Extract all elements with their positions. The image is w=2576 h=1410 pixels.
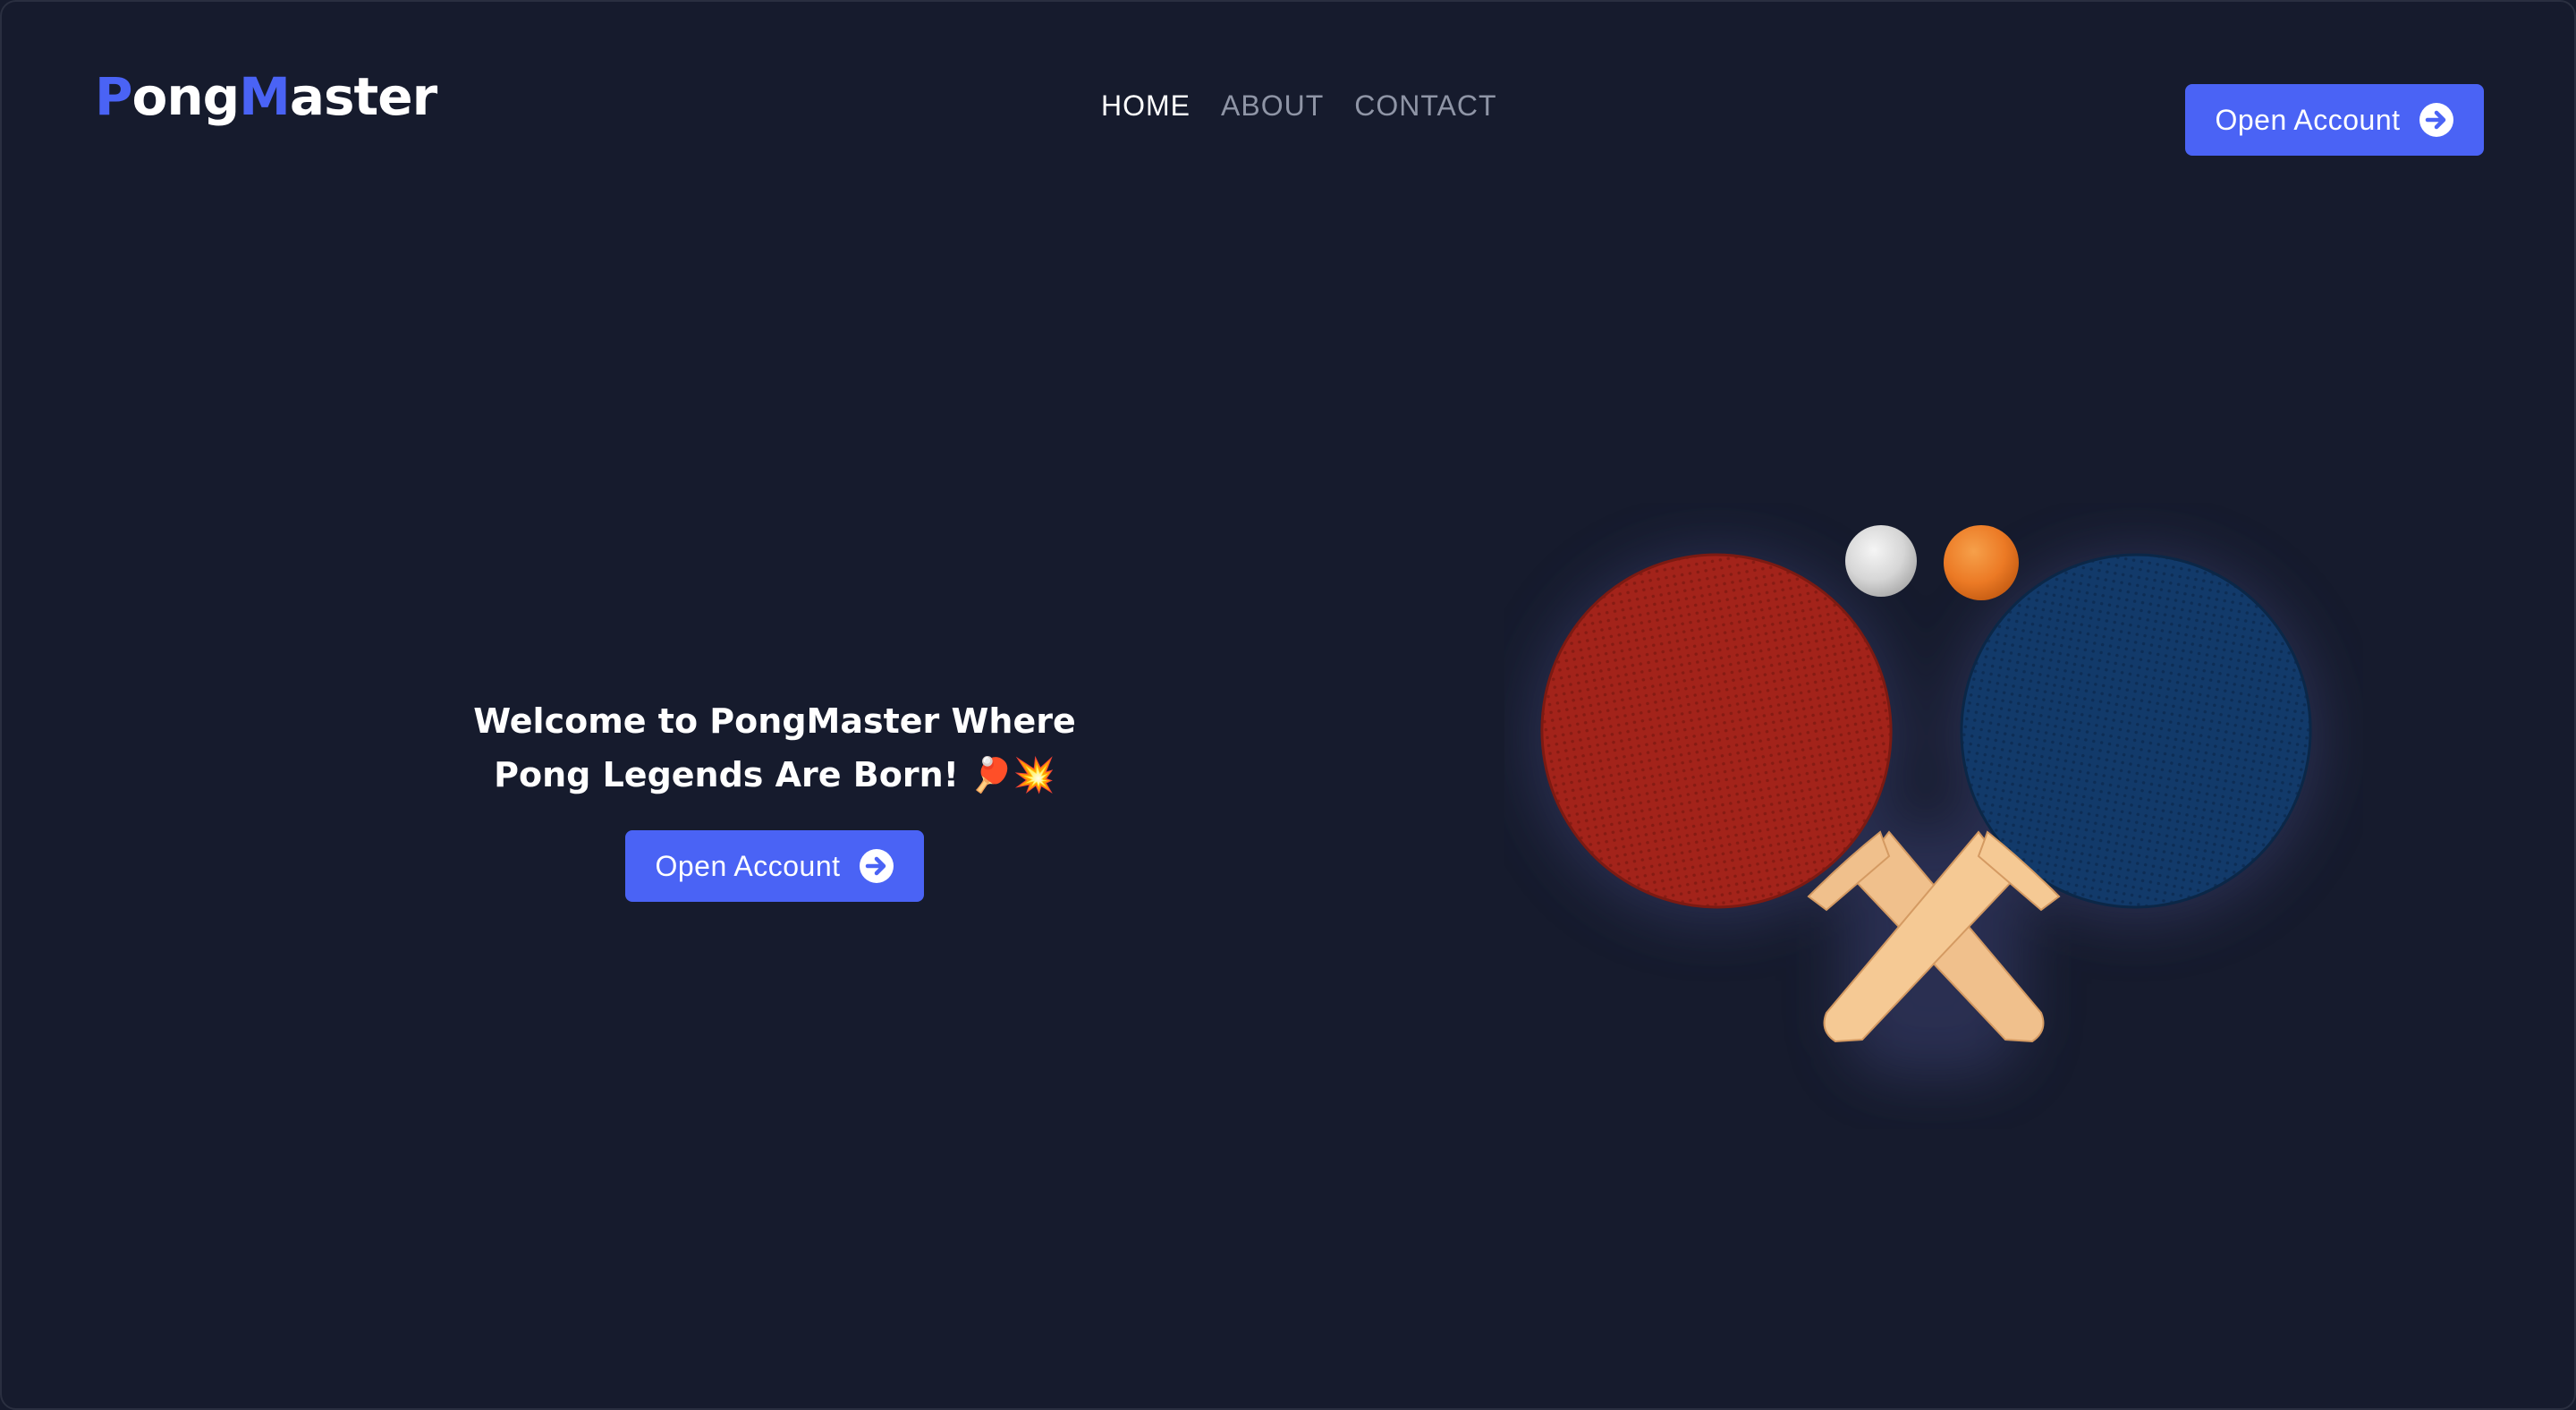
header-open-account-label: Open Account — [2215, 103, 2401, 136]
arrow-right-circle-icon — [2419, 103, 2453, 137]
logo-text-aster: aster — [289, 66, 437, 127]
header-open-account-button[interactable]: Open Account — [2185, 84, 2484, 156]
ping-pong-paddles-illustration — [1533, 525, 2319, 1075]
main-nav: HOME ABOUT CONTACT — [1101, 88, 1497, 123]
hero-open-account-button[interactable]: Open Account — [625, 830, 924, 902]
white-ball — [1845, 525, 1917, 597]
hero-title-line-1: Welcome to PongMaster Where — [473, 701, 1076, 741]
nav-about[interactable]: ABOUT — [1221, 88, 1324, 123]
nav-contact[interactable]: CONTACT — [1354, 88, 1496, 123]
arrow-right-circle-icon — [859, 849, 894, 883]
hero-open-account-label: Open Account — [655, 849, 841, 882]
app-window: PongMaster HOME ABOUT CONTACT Open Accou… — [0, 0, 2576, 1410]
logo[interactable]: PongMaster — [95, 59, 437, 134]
orange-ball — [1944, 525, 2019, 600]
logo-text-ong: ong — [131, 66, 241, 127]
hero-title: Welcome to PongMaster Where Pong Legends… — [431, 694, 1118, 802]
nav-home[interactable]: HOME — [1101, 88, 1191, 123]
logo-letter-m: M — [239, 66, 291, 127]
hero-title-line-2: Pong Legends Are Born! 🏓💥 — [494, 755, 1055, 794]
logo-letter-p: P — [95, 66, 133, 127]
